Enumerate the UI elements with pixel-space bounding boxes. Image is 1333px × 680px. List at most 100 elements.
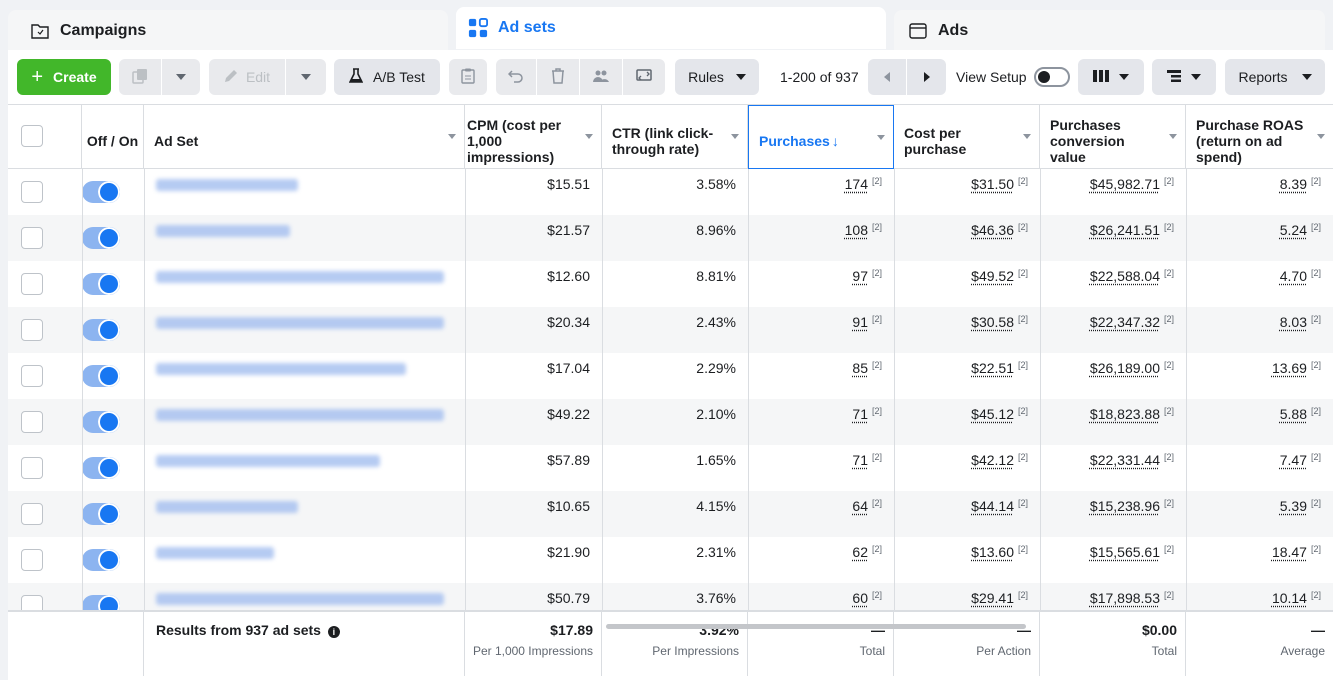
rules-button[interactable]: Rules [675, 59, 759, 95]
reports-button[interactable]: Reports [1225, 59, 1325, 95]
metric-link[interactable]: 10.14 [1272, 590, 1307, 606]
metric-link[interactable]: $45,982.71 [1090, 176, 1160, 192]
tab-ads[interactable]: Ads [894, 10, 1325, 52]
metric-link[interactable]: $42.12 [971, 452, 1014, 468]
row-toggle[interactable] [82, 411, 120, 433]
row-checkbox[interactable] [21, 181, 43, 203]
ad-set-name-link[interactable] [156, 547, 274, 559]
tab-campaigns[interactable]: Campaigns [8, 10, 448, 52]
metric-link[interactable]: $17,898.53 [1090, 590, 1160, 606]
metric-link[interactable]: 13.69 [1272, 360, 1307, 376]
metric-link[interactable]: $49.52 [971, 268, 1014, 284]
metric-link[interactable]: $45.12 [971, 406, 1014, 422]
row-checkbox[interactable] [21, 457, 43, 479]
info-icon[interactable]: i [327, 626, 340, 638]
table-row[interactable]: $10.65 4.15% 64 [2] $44.14 [2] $15,238.96 [2] 5.… [8, 491, 1333, 537]
metric-link[interactable]: 71 [852, 406, 868, 422]
metric-link[interactable]: 108 [845, 222, 868, 238]
view-setup-toggle[interactable] [1034, 67, 1070, 87]
table-row[interactable]: $21.57 8.96% 108 [2] $46.36 [2] $26,241.51 [2] 5… [8, 215, 1333, 261]
metric-link[interactable]: $46.36 [971, 222, 1014, 238]
metric-link[interactable]: $22,347.32 [1090, 314, 1160, 330]
edit-dropdown-button[interactable] [286, 59, 326, 95]
create-button[interactable]: + Create [17, 59, 111, 95]
metric-link[interactable]: 71 [852, 452, 868, 468]
metric-link[interactable]: $22,331.44 [1090, 452, 1160, 468]
row-toggle[interactable] [82, 273, 120, 295]
col-roas[interactable]: Purchase ROAS (return on ad spend) [1186, 105, 1333, 169]
table-row[interactable]: $17.04 2.29% 85 [2] $22.51 [2] $26,189.00 [2] 13… [8, 353, 1333, 399]
ad-set-name-link[interactable] [156, 271, 444, 283]
row-toggle[interactable] [82, 181, 120, 203]
table-row[interactable]: $20.34 2.43% 91 [2] $30.58 [2] $22,347.32 [2] 8.… [8, 307, 1333, 353]
metric-link[interactable]: 91 [852, 314, 868, 330]
table-row[interactable]: $12.60 8.81% 97 [2] $49.52 [2] $22,588.04 [2] 4.… [8, 261, 1333, 307]
metric-link[interactable]: $26,241.51 [1090, 222, 1160, 238]
row-toggle[interactable] [82, 319, 120, 341]
metric-link[interactable]: 97 [852, 268, 868, 284]
metric-link[interactable]: $22.51 [971, 360, 1014, 376]
table-row[interactable]: $49.22 2.10% 71 [2] $45.12 [2] $18,823.88 [2] 5.… [8, 399, 1333, 445]
metric-link[interactable]: $15,565.61 [1090, 544, 1160, 560]
metric-link[interactable]: $22,588.04 [1090, 268, 1160, 284]
ad-set-name-link[interactable] [156, 501, 298, 513]
ab-test-button[interactable]: A/B Test [334, 59, 440, 95]
table-row[interactable]: $57.89 1.65% 71 [2] $42.12 [2] $22,331.44 [2] 7.… [8, 445, 1333, 491]
clipboard-button[interactable] [449, 59, 487, 95]
row-checkbox[interactable] [21, 411, 43, 433]
metric-link[interactable]: $18,823.88 [1090, 406, 1160, 422]
col-ctr[interactable]: CTR (link click-through rate) [602, 105, 748, 169]
ad-set-name-link[interactable] [156, 225, 290, 237]
row-toggle[interactable] [82, 365, 120, 387]
select-all-checkbox[interactable] [21, 125, 43, 147]
breakdown-button[interactable] [1152, 59, 1216, 95]
col-ad-set[interactable]: Ad Set [144, 105, 465, 169]
delete-button[interactable] [537, 59, 579, 95]
col-conversion-value[interactable]: Purchases conversion value [1040, 105, 1186, 169]
table-row[interactable]: $15.51 3.58% 174 [2] $31.50 [2] $45,982.71 [2] 8… [8, 169, 1333, 215]
metric-link[interactable]: 7.47 [1280, 452, 1307, 468]
horizontal-scrollbar[interactable] [606, 624, 1026, 629]
row-checkbox[interactable] [21, 549, 43, 571]
undo-button[interactable] [496, 59, 536, 95]
col-cost-per-purchase[interactable]: Cost per purchase [894, 105, 1040, 169]
metric-link[interactable]: 5.24 [1280, 222, 1307, 238]
metric-link[interactable]: 174 [845, 176, 868, 192]
prev-page-button[interactable] [868, 59, 906, 95]
metric-link[interactable]: $15,238.96 [1090, 498, 1160, 514]
ad-set-name-link[interactable] [156, 593, 444, 605]
ad-set-name-link[interactable] [156, 455, 380, 467]
duplicate-button[interactable] [119, 59, 161, 95]
row-checkbox[interactable] [21, 319, 43, 341]
duplicate-dropdown-button[interactable] [162, 59, 200, 95]
row-toggle[interactable] [82, 549, 120, 571]
row-toggle[interactable] [82, 503, 120, 525]
next-page-button[interactable] [907, 59, 946, 95]
metric-link[interactable]: 5.39 [1280, 498, 1307, 514]
ad-set-name-link[interactable] [156, 363, 406, 375]
metric-link[interactable]: 8.39 [1280, 176, 1307, 192]
ad-set-name-link[interactable] [156, 409, 444, 421]
edit-button[interactable]: Edit [209, 59, 285, 95]
metric-link[interactable]: $29.41 [971, 590, 1014, 606]
metric-link[interactable]: $13.60 [971, 544, 1014, 560]
col-purchases[interactable]: Purchases ↓ [748, 105, 894, 169]
export-button[interactable] [623, 59, 665, 95]
metric-link[interactable]: $30.58 [971, 314, 1014, 330]
metric-link[interactable]: 4.70 [1280, 268, 1307, 284]
metric-link[interactable]: 8.03 [1280, 314, 1307, 330]
row-toggle[interactable] [82, 457, 120, 479]
row-toggle[interactable] [82, 595, 120, 610]
ad-set-name-link[interactable] [156, 179, 298, 191]
col-off-on[interactable]: Off / On [82, 105, 144, 169]
metric-link[interactable]: 18.47 [1272, 544, 1307, 560]
row-checkbox[interactable] [21, 595, 43, 610]
row-checkbox[interactable] [21, 273, 43, 295]
table-row[interactable]: $21.90 2.31% 62 [2] $13.60 [2] $15,565.61 [2] 18… [8, 537, 1333, 583]
tab-ad-sets[interactable]: Ad sets [456, 7, 886, 49]
metric-link[interactable]: 60 [852, 590, 868, 606]
row-toggle[interactable] [82, 227, 120, 249]
table-row[interactable]: $50.79 3.76% 60 [2] $29.41 [2] $17,898.53 [2] 10… [8, 583, 1333, 610]
columns-button[interactable] [1078, 59, 1144, 95]
col-cpm[interactable]: CPM (cost per 1,000 impressions) [465, 105, 602, 169]
